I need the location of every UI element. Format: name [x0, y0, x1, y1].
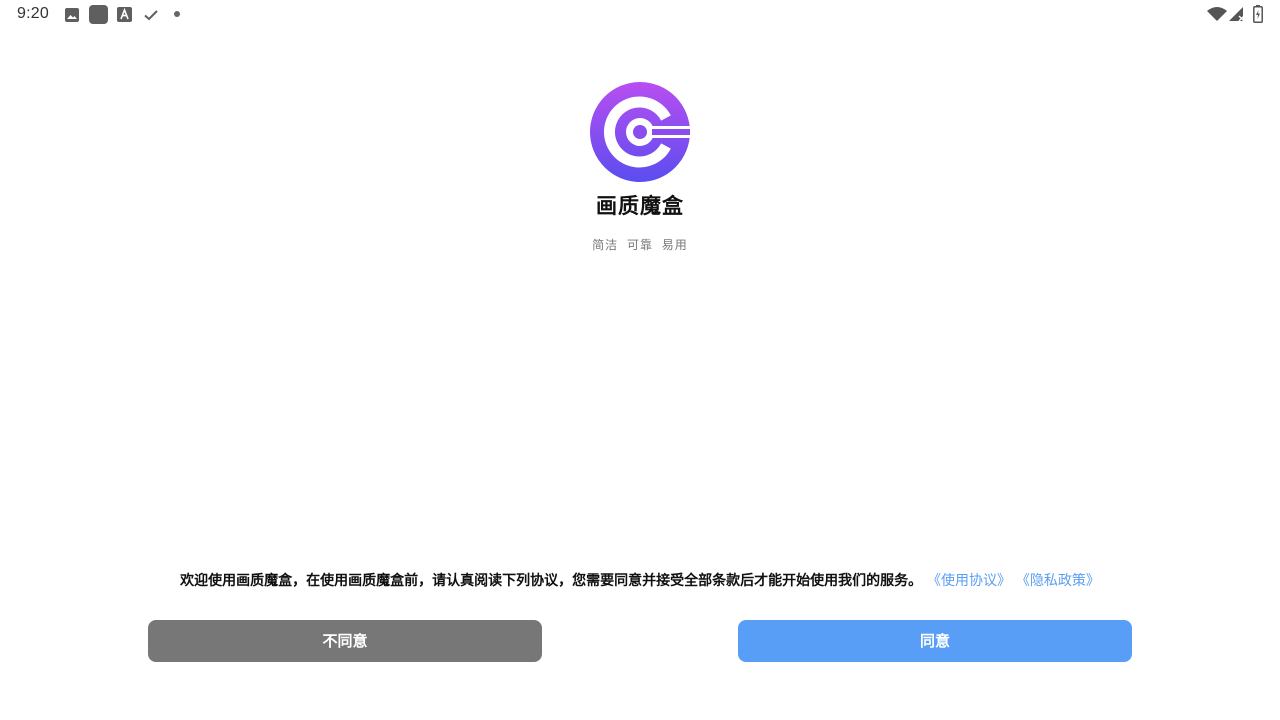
app-logo — [590, 82, 690, 182]
agree-button[interactable]: 同意 — [738, 620, 1132, 662]
agreement-text: 欢迎使用画质魔盒，在使用画质魔盒前，请认真阅读下列协议，您需要同意并接受全部条款… — [180, 573, 923, 589]
signal-icon — [1229, 7, 1245, 22]
wifi-icon — [1207, 7, 1227, 21]
app-tagline: 简洁 可靠 易用 — [592, 238, 688, 252]
battery-icon — [1253, 5, 1263, 23]
dot-icon — [174, 11, 180, 17]
terms-link[interactable]: 《使用协议》 — [927, 573, 1011, 589]
privacy-link[interactable]: 《隐私政策》 — [1016, 573, 1100, 589]
font-a-icon — [117, 7, 132, 22]
app-square-icon — [89, 5, 108, 24]
app-name: 画质魔盒 — [596, 194, 684, 218]
check-icon — [144, 10, 158, 21]
image-icon — [65, 8, 79, 22]
disagree-button[interactable]: 不同意 — [148, 620, 542, 662]
status-time: 9:20 — [17, 5, 49, 22]
agreement-notice: 欢迎使用画质魔盒，在使用画质魔盒前，请认真阅读下列协议，您需要同意并接受全部条款… — [0, 570, 1280, 590]
status-bar: 9:20 — [0, 0, 1280, 30]
